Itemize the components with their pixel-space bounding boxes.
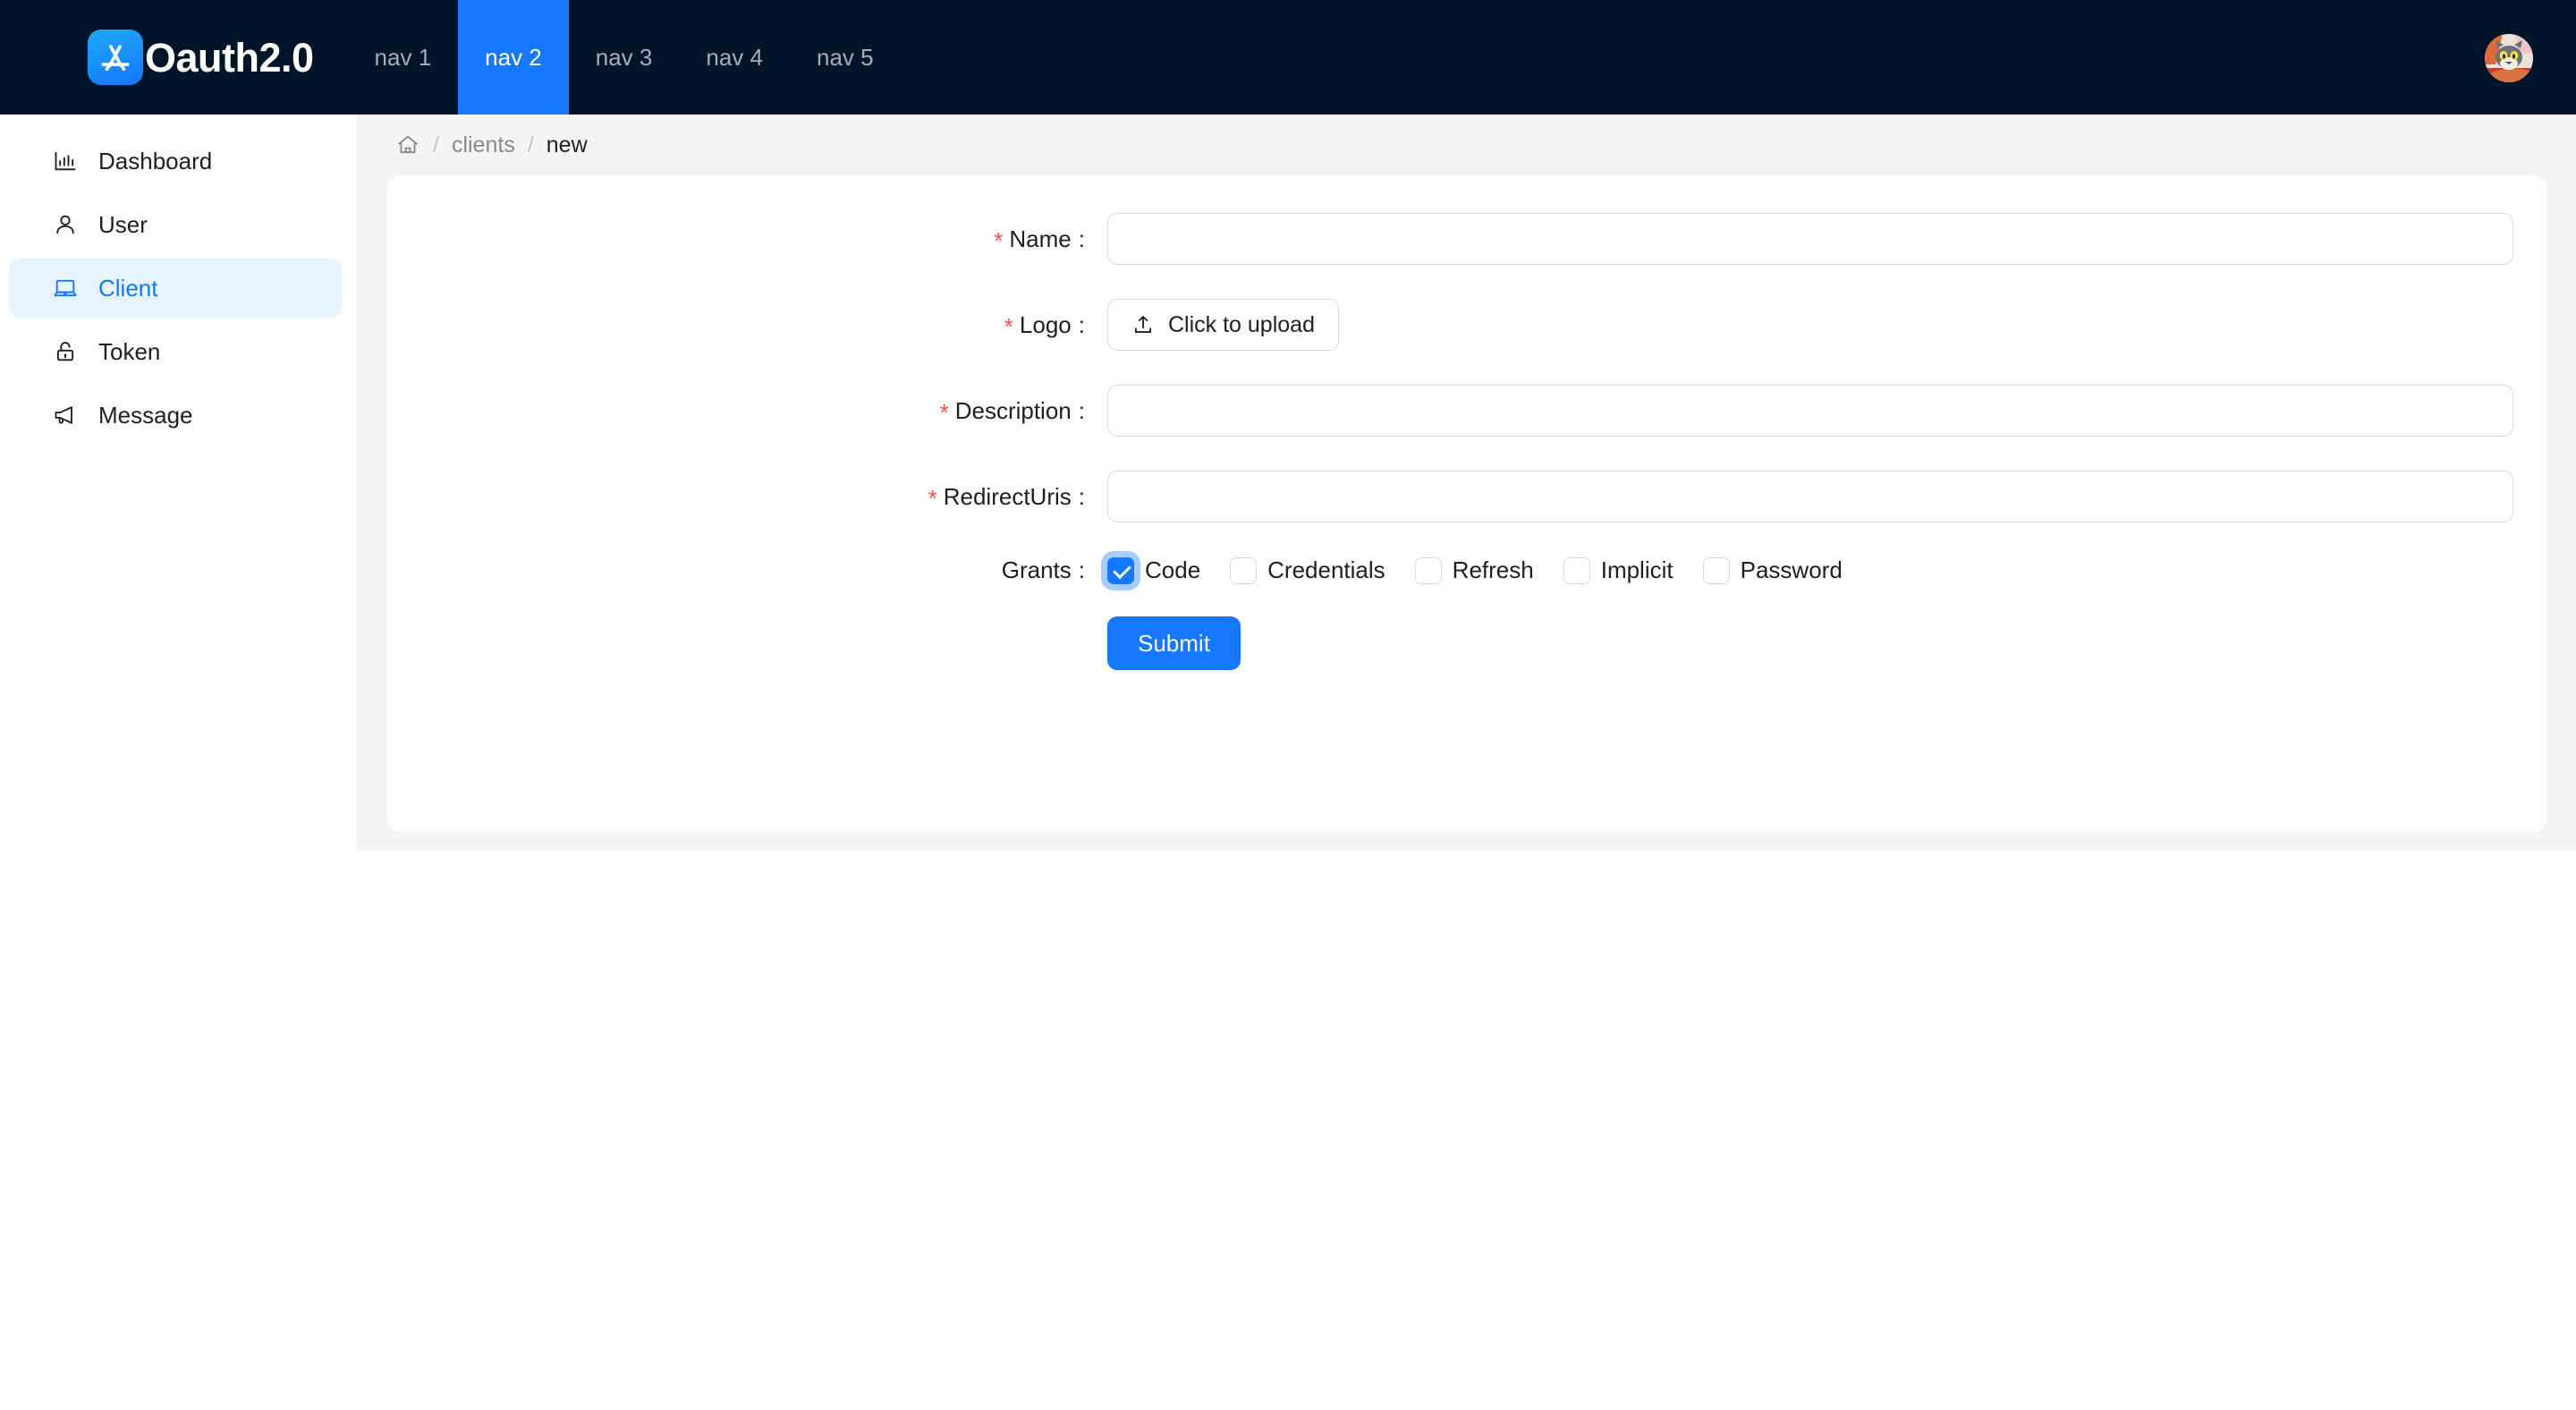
- sidebar-item-token[interactable]: Token: [9, 322, 342, 381]
- form-row-redirecturis: * RedirectUris:: [387, 471, 2546, 522]
- label-text: Logo: [1019, 310, 1072, 338]
- user-icon: [52, 211, 79, 238]
- nav-item-4[interactable]: nav 4: [679, 0, 790, 115]
- sidebar-item-label: Token: [98, 337, 161, 365]
- sidebar-item-label: Dashboard: [98, 147, 213, 174]
- label-text: Grants: [1001, 556, 1072, 583]
- breadcrumb-separator: /: [433, 132, 439, 157]
- checkbox-refresh[interactable]: Refresh: [1414, 556, 1534, 584]
- submit-button[interactable]: Submit: [1107, 616, 1241, 670]
- grants-checkbox-group: Code Credentials Refresh Implicit Passwo…: [1107, 556, 1843, 584]
- notification-icon: [52, 402, 79, 429]
- label-grants: Grants:: [387, 556, 1107, 584]
- checkbox-label: Implicit: [1600, 556, 1674, 583]
- label-colon: :: [1078, 225, 1085, 252]
- nav-item-3[interactable]: nav 3: [569, 0, 680, 115]
- form-row-name: * Name:: [387, 213, 2546, 265]
- sidebar-item-user[interactable]: User: [9, 195, 342, 254]
- checkbox-label: Refresh: [1452, 556, 1534, 583]
- app-header: Oauth2.0 nav 1 nav 2 nav 3 nav 4 nav 5: [0, 0, 2576, 115]
- home-icon[interactable]: [395, 132, 420, 157]
- label-colon: :: [1078, 556, 1085, 583]
- content-area: / clients / new * Name: * Logo: Click to…: [358, 115, 2576, 850]
- unlock-icon: [52, 338, 79, 365]
- label-redirecturis: * RedirectUris:: [387, 483, 1107, 511]
- label-text: Name: [1009, 225, 1072, 252]
- label-colon: :: [1078, 396, 1085, 424]
- breadcrumb: / clients / new: [358, 115, 2576, 175]
- sidebar-item-dashboard[interactable]: Dashboard: [9, 132, 342, 191]
- upload-button[interactable]: Click to upload: [1107, 299, 1339, 351]
- required-marker: *: [939, 398, 949, 426]
- avatar[interactable]: [2485, 34, 2533, 82]
- sidebar-item-label: User: [98, 210, 148, 238]
- label-description: * Description:: [387, 397, 1107, 425]
- main-layout: Dashboard User Client Token Message / cl…: [0, 115, 2576, 850]
- breadcrumb-separator: /: [527, 132, 534, 157]
- form-row-description: * Description:: [387, 385, 2546, 437]
- nav-item-2[interactable]: nav 2: [458, 0, 569, 115]
- checkbox-credentials[interactable]: Credentials: [1230, 556, 1385, 584]
- checkbox-code[interactable]: Code: [1107, 556, 1200, 584]
- checkbox-box[interactable]: [1230, 556, 1258, 584]
- checkbox-box-checked[interactable]: [1107, 556, 1134, 584]
- sidebar-item-label: Client: [98, 274, 158, 302]
- top-nav: nav 1 nav 2 nav 3 nav 4 nav 5: [348, 0, 901, 115]
- label-name: * Name:: [387, 225, 1107, 253]
- upload-button-label: Click to upload: [1168, 311, 1315, 337]
- breadcrumb-item-clients[interactable]: clients: [452, 132, 515, 158]
- nav-item-5[interactable]: nav 5: [790, 0, 901, 115]
- sidebar-item-label: Message: [98, 401, 193, 429]
- checkbox-box[interactable]: [1563, 556, 1590, 584]
- bar-chart-icon: [52, 148, 79, 174]
- required-marker: *: [1004, 312, 1013, 340]
- nav-item-1[interactable]: nav 1: [348, 0, 459, 115]
- appstore-icon: [88, 30, 143, 85]
- checkbox-password[interactable]: Password: [1702, 556, 1843, 584]
- sidebar-item-client[interactable]: Client: [9, 259, 342, 318]
- checkbox-box[interactable]: [1702, 556, 1730, 584]
- checkbox-label: Password: [1740, 556, 1843, 583]
- sidebar-item-message[interactable]: Message: [9, 386, 342, 445]
- required-marker: *: [994, 226, 1004, 254]
- breadcrumb-item-new: new: [546, 132, 588, 157]
- label-colon: :: [1078, 482, 1085, 510]
- checkbox-box[interactable]: [1414, 556, 1442, 584]
- sidebar: Dashboard User Client Token Message: [0, 115, 358, 850]
- label-logo: * Logo:: [387, 311, 1107, 339]
- upload-icon: [1131, 313, 1155, 336]
- label-colon: :: [1078, 310, 1085, 338]
- form-row-logo: * Logo: Click to upload: [387, 299, 2546, 351]
- checkbox-label: Code: [1145, 556, 1201, 583]
- redirecturis-input[interactable]: [1107, 471, 2513, 522]
- label-text: RedirectUris: [943, 482, 1072, 510]
- brand-title: Oauth2.0: [145, 34, 314, 81]
- checkbox-label: Credentials: [1267, 556, 1385, 583]
- client-form-card: * Name: * Logo: Click to upload * Descri…: [387, 175, 2546, 832]
- name-input[interactable]: [1107, 213, 2513, 265]
- laptop-icon: [52, 275, 79, 302]
- form-row-grants: Grants: Code Credentials Refresh Implici…: [387, 556, 2546, 584]
- description-input[interactable]: [1107, 385, 2513, 437]
- label-text: Description: [954, 396, 1072, 424]
- checkbox-implicit[interactable]: Implicit: [1563, 556, 1674, 584]
- brand[interactable]: Oauth2.0: [88, 30, 314, 85]
- form-row-submit: Submit: [387, 616, 2546, 670]
- required-marker: *: [928, 484, 937, 512]
